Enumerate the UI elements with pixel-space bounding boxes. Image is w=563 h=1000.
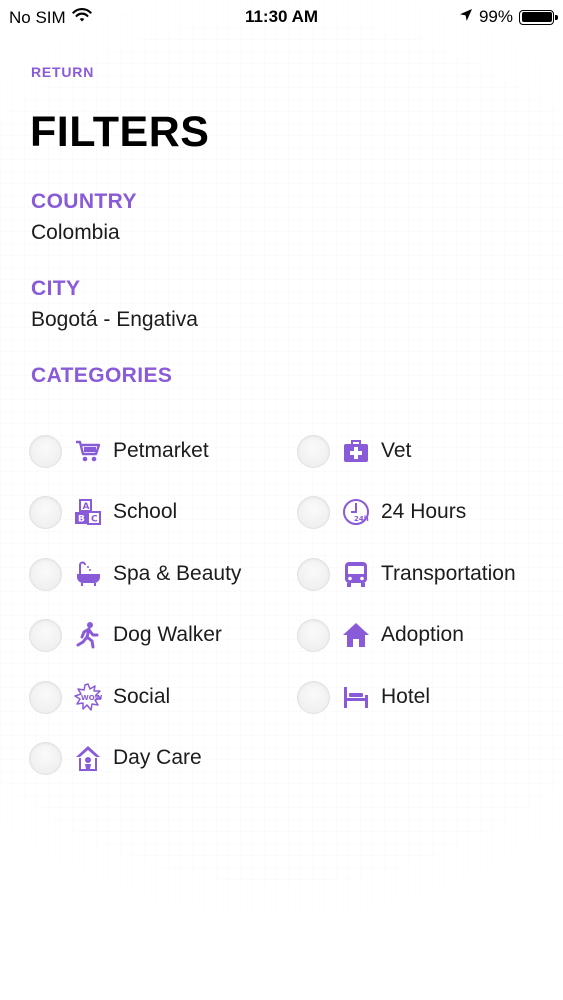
radio-button[interactable] (29, 618, 62, 652)
battery-percent: 99% (478, 7, 513, 26)
filters-screen: No SIM 11:30 AM 99% RETURN FILTERS COUNT… (0, 0, 563, 1000)
house-icon (341, 620, 371, 650)
category-label: Transportation (381, 562, 516, 585)
category-label: Day Care (113, 746, 202, 769)
category-transportation[interactable]: Transportation (297, 554, 516, 594)
category-dog-walker[interactable]: Dog Walker (29, 615, 222, 655)
radio-button[interactable] (297, 495, 330, 529)
country-label: COUNTRY (31, 190, 137, 213)
category-label: School (113, 500, 178, 523)
return-button[interactable]: RETURN (31, 64, 94, 80)
shopping-cart-icon (73, 436, 103, 466)
abc-blocks-icon: ABC (73, 497, 103, 527)
category-label: Adoption (381, 623, 464, 646)
category-day-care[interactable]: Day Care (29, 738, 202, 778)
dog-house-icon (73, 743, 103, 773)
radio-button[interactable] (297, 618, 330, 652)
categories-label: CATEGORIES (31, 364, 173, 387)
radio-button[interactable] (29, 495, 62, 529)
bus-icon (341, 559, 371, 589)
svg-text:C: C (91, 515, 98, 525)
category-adoption[interactable]: Adoption (297, 615, 464, 655)
wow-burst-icon: WOW (73, 682, 103, 712)
svg-text:A: A (83, 502, 90, 512)
radio-button[interactable] (297, 557, 330, 591)
radio-button[interactable] (297, 434, 330, 468)
category-social[interactable]: WOW Social (29, 677, 170, 717)
category-vet[interactable]: Vet (297, 431, 411, 471)
radio-button[interactable] (29, 557, 62, 591)
clock-24h-icon: 24h (341, 497, 371, 527)
radio-button[interactable] (29, 680, 62, 714)
status-bar: No SIM 11:30 AM 99% (0, 0, 563, 34)
category-hotel[interactable]: Hotel (297, 677, 430, 717)
category-label: Petmarket (113, 439, 209, 462)
category-label: Social (113, 685, 171, 708)
status-right: 99% (459, 7, 558, 27)
radio-button[interactable] (29, 741, 62, 775)
category-spa-beauty[interactable]: Spa & Beauty (29, 554, 241, 594)
bed-icon (341, 682, 371, 712)
category-label: Vet (381, 439, 412, 462)
category-label: Hotel (381, 685, 431, 708)
page-title: FILTERS (30, 108, 210, 156)
svg-text:WOW: WOW (81, 694, 102, 702)
medical-kit-icon (341, 436, 371, 466)
city-label: CITY (31, 277, 81, 300)
city-value[interactable]: Bogotá - Engativa (31, 308, 198, 332)
svg-text:24h: 24h (354, 515, 369, 523)
country-value[interactable]: Colombia (31, 221, 120, 245)
category-label: Dog Walker (113, 623, 222, 646)
location-arrow-icon (459, 7, 473, 27)
svg-text:B: B (78, 515, 85, 525)
radio-button[interactable] (29, 434, 62, 468)
category-petmarket[interactable]: Petmarket (29, 431, 209, 471)
radio-button[interactable] (297, 680, 330, 714)
bathtub-icon (73, 559, 103, 589)
category-school[interactable]: ABC School (29, 492, 177, 532)
category-24-hours[interactable]: 24h 24 Hours (297, 492, 466, 532)
category-label: 24 Hours (381, 500, 467, 523)
category-label: Spa & Beauty (113, 562, 242, 585)
battery-icon (519, 9, 558, 25)
walking-person-icon (73, 620, 103, 650)
